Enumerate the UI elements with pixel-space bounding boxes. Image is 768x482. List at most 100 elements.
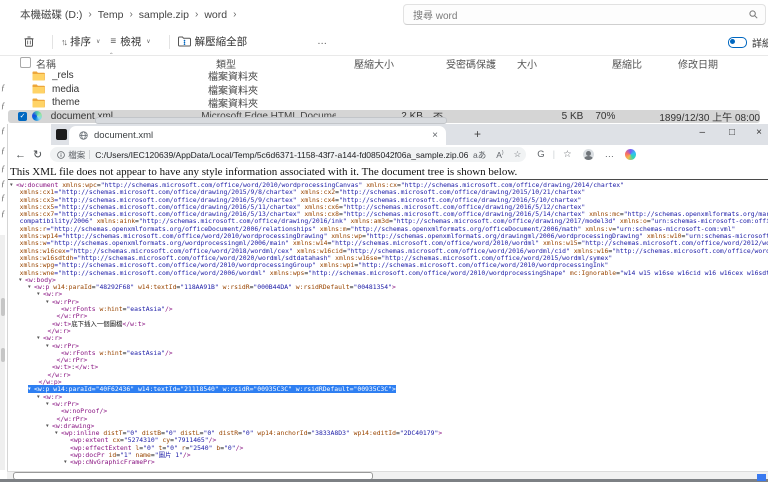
url-text: C:/Users/IEC120639/AppData/Local/Temp/5c… [95,150,468,160]
breadcrumb-chevron-icon[interactable]: › [233,9,236,20]
tab-strip: document.xml × + – □ × [8,124,768,145]
xml-document-tree: ▼<w:document xmlns:wpc="http://schemas.m… [8,182,768,471]
delete-button[interactable] [24,36,34,47]
explorer-horizontal-scrollbar[interactable] [95,117,447,124]
url-scheme-label: 檔案 [68,149,85,161]
scrollbar-corner [757,474,766,481]
breadcrumb-chevron-icon[interactable]: › [88,9,91,20]
extract-all-icon [178,36,191,47]
sort-label: 排序 [70,34,91,49]
search-input[interactable]: 搜尋 word [403,4,766,25]
background-pen-glyph: ƒ [1,193,5,202]
folder-icon [32,98,52,108]
extract-all-button[interactable]: 解壓縮全部 [178,34,248,49]
explorer-command-bar: ↑↓ 排序 ∨ ≡ 檢視 ∨ 解壓縮全部 … 詳細資料 [0,28,768,56]
chevron-down-icon: ∨ [96,38,100,45]
file-row-media[interactable]: media檔案資料夾 [8,83,760,96]
file-name[interactable]: media [52,84,208,95]
file-size: 5 KB [499,111,590,122]
file-type: 檔案資料夾 [208,95,348,110]
explorer-address-bar: 本機磁碟 (D:) › Temp › sample.zip › word › 搜尋 word [0,0,768,28]
details-pane-toggle[interactable]: 詳細資料 [728,35,768,50]
file-explorer-window: 本機磁碟 (D:)›Temp›sample.zip›word› 搜尋 word … [0,0,768,124]
file-row-theme[interactable]: theme檔案資料夾 [8,96,760,109]
extension-icon[interactable]: G [537,149,544,160]
more-options-button[interactable]: … [317,36,327,47]
file-list: _rels檔案資料夾media檔案資料夾theme檔案資料夾✓document.… [0,67,768,124]
toggle-icon [728,37,747,48]
folder-icon [32,84,52,94]
row-checkbox[interactable]: ✓ [8,112,32,121]
minimize-button[interactable]: – [699,127,705,138]
xml-line: </w:rPr> [8,357,768,364]
tab-title: document.xml [94,130,432,141]
background-pen-glyph: ƒ [1,209,5,218]
extract-all-label: 解壓縮全部 [195,34,248,49]
background-pen-glyph: ƒ [1,126,5,135]
breadcrumb-item[interactable]: 本機磁碟 (D:) [20,7,82,22]
breadcrumb-item[interactable]: word [204,9,227,21]
file-name[interactable]: theme [52,97,208,108]
breadcrumb-item[interactable]: Temp [98,9,124,21]
xml-line: </w:r> [8,372,768,379]
favorite-star-icon[interactable]: ☆ [514,149,522,160]
xml-line: ▼<w:r> [8,291,768,298]
xml-line: ▼<w:rPr> [8,401,768,408]
xml-no-style-message: This XML file does not appear to have an… [10,166,517,178]
view-label: 檢視 [120,34,141,49]
background-pen-glyph: ƒ [1,101,5,110]
breadcrumb-chevron-icon[interactable]: › [195,9,198,20]
breadcrumb: 本機磁碟 (D:) › Temp › sample.zip › word › [20,7,242,22]
url-divider [89,150,90,159]
favorites-bar-icon[interactable]: ☆ [563,149,572,160]
translate-icon[interactable]: aあ [473,149,486,161]
chevron-down-icon: ∨ [146,38,150,45]
view-icon: ≡ [110,36,116,47]
toolbar-divider: | [553,149,555,160]
breadcrumb-chevron-icon[interactable]: › [129,9,132,20]
view-button[interactable]: ≡ 檢視 ∨ [110,34,150,49]
xml-line: ▼<w:r> [8,335,768,342]
background-scrollbar-thumb [1,348,5,362]
breadcrumb-item[interactable]: sample.zip [139,9,189,21]
toolbar-separator [52,35,53,49]
xml-line: ▼<wp:cNvGraphicFramePr> [8,459,768,466]
xml-viewer: This XML file does not appear to have an… [8,164,768,482]
new-tab-button[interactable]: + [474,127,481,141]
trash-icon [24,36,34,47]
background-pen-glyph: ƒ [1,179,5,188]
xml-line: </w:rPr> [8,416,768,423]
xml-line: <w:rFonts w:hint="eastAsia"/> [8,306,768,313]
back-button[interactable]: ← [15,149,26,161]
sort-button[interactable]: ↑↓ 排序 ∨ [61,34,100,49]
sort-ascending-icon: ˆ [110,52,113,61]
sort-icon: ↑↓ [61,37,66,47]
maximize-button[interactable]: □ [729,127,735,138]
file-name[interactable]: _rels [52,70,208,81]
settings-more-icon[interactable]: … [605,149,615,160]
toolbar-separator [169,35,170,49]
xml-line: xmlns:wne="http://schemas.microsoft.com/… [8,270,768,277]
file-row-_rels[interactable]: _rels檔案資料夾 [8,69,760,82]
edge-icon [32,111,51,121]
more-icon: … [317,36,327,47]
address-bar[interactable]: 檔案 C:/Users/IEC120639/AppData/Local/Temp… [50,147,526,162]
tab-actions-icon[interactable] [56,129,67,140]
xml-line: <w:noProof/> [8,408,768,415]
copilot-icon[interactable] [625,149,636,160]
xml-line: <w:t>底下插入一個圖檔</w:t> [8,321,768,328]
profile-avatar[interactable] [583,149,594,160]
read-aloud-icon[interactable]: A) [496,150,503,160]
info-icon [57,151,65,159]
tab-close-icon[interactable]: × [432,130,438,141]
background-pen-glyph: ƒ [1,146,5,155]
search-icon [749,10,758,19]
tab-document-xml[interactable]: document.xml × [69,126,446,145]
window-close-button[interactable]: × [756,127,762,138]
browser-toolbar: ← ↻ 檔案 C:/Users/IEC120639/AppData/Local/… [8,145,768,165]
refresh-button[interactable]: ↻ [33,148,42,161]
xml-line: ▼<w:p w14:paraId="40F62436" w14:textId="… [8,386,768,393]
xml-line: ▼<w:r> [8,394,768,401]
details-toggle-label: 詳細資料 [752,35,768,50]
message-divider [8,179,768,181]
